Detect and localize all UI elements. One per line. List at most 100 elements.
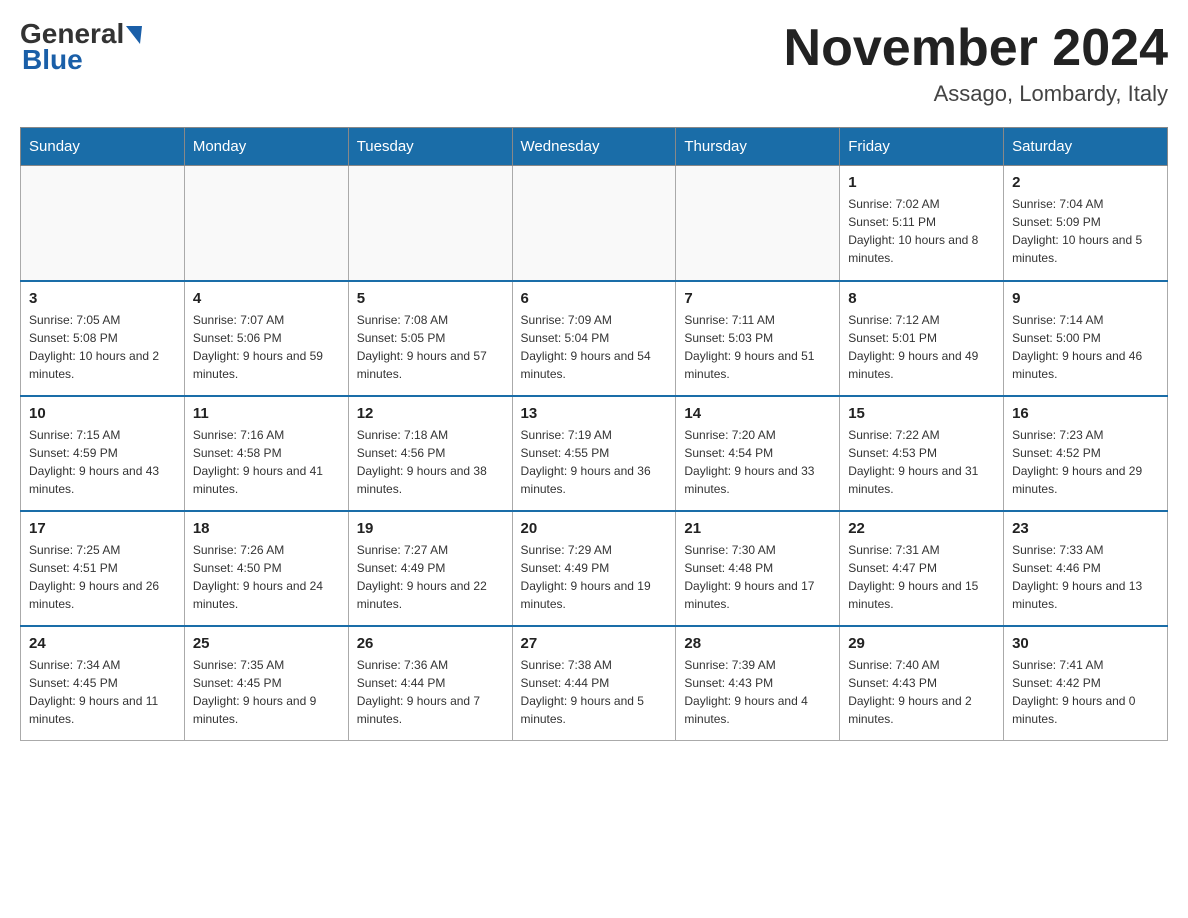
calendar-cell: 1 Sunrise: 7:02 AMSunset: 5:11 PMDaylight… (840, 166, 1004, 281)
day-number: 28 (684, 635, 831, 652)
day-number: 30 (1012, 635, 1159, 652)
calendar-cell: 14 Sunrise: 7:20 AMSunset: 4:54 PMDayligh… (676, 396, 840, 511)
calendar-cell: 18 Sunrise: 7:26 AMSunset: 4:50 PMDayligh… (184, 511, 348, 626)
calendar-cell: 21 Sunrise: 7:30 AMSunset: 4:48 PMDayligh… (676, 511, 840, 626)
calendar-cell: 30 Sunrise: 7:41 AMSunset: 4:42 PMDayligh… (1004, 626, 1168, 741)
day-number: 8 (848, 290, 995, 307)
calendar-week-4: 17 Sunrise: 7:25 AMSunset: 4:51 PMDayligh… (21, 511, 1168, 626)
day-info: Sunrise: 7:34 AMSunset: 4:45 PMDaylight:… (29, 656, 176, 728)
day-number: 15 (848, 405, 995, 422)
day-info: Sunrise: 7:20 AMSunset: 4:54 PMDaylight:… (684, 426, 831, 498)
day-number: 18 (193, 520, 340, 537)
calendar-cell: 26 Sunrise: 7:36 AMSunset: 4:44 PMDayligh… (348, 626, 512, 741)
day-info: Sunrise: 7:18 AMSunset: 4:56 PMDaylight:… (357, 426, 504, 498)
calendar-cell: 6 Sunrise: 7:09 AMSunset: 5:04 PMDaylight… (512, 281, 676, 396)
calendar-week-3: 10Sunrise: 7:15 AMSunset: 4:59 PMDayligh… (21, 396, 1168, 511)
calendar-cell: 10Sunrise: 7:15 AMSunset: 4:59 PMDayligh… (21, 396, 185, 511)
day-info: Sunrise: 7:11 AMSunset: 5:03 PMDaylight:… (684, 311, 831, 383)
calendar-cell: 20 Sunrise: 7:29 AMSunset: 4:49 PMDayligh… (512, 511, 676, 626)
day-number: 4 (193, 290, 340, 307)
day-header-tuesday: Tuesday (348, 128, 512, 166)
day-number: 3 (29, 290, 176, 307)
day-info: Sunrise: 7:15 AMSunset: 4:59 PMDaylight:… (29, 426, 176, 498)
calendar-week-1: 1 Sunrise: 7:02 AMSunset: 5:11 PMDaylight… (21, 166, 1168, 281)
day-number: 26 (357, 635, 504, 652)
day-info: Sunrise: 7:22 AMSunset: 4:53 PMDaylight:… (848, 426, 995, 498)
day-number: 9 (1012, 290, 1159, 307)
calendar-cell: 12 Sunrise: 7:18 AMSunset: 4:56 PMDayligh… (348, 396, 512, 511)
calendar-cell: 23Sunrise: 7:33 AMSunset: 4:46 PMDayligh… (1004, 511, 1168, 626)
day-number: 27 (521, 635, 668, 652)
day-number: 22 (848, 520, 995, 537)
day-header-sunday: Sunday (21, 128, 185, 166)
calendar-cell: 5 Sunrise: 7:08 AMSunset: 5:05 PMDaylight… (348, 281, 512, 396)
day-info: Sunrise: 7:23 AMSunset: 4:52 PMDaylight:… (1012, 426, 1159, 498)
day-info: Sunrise: 7:08 AMSunset: 5:05 PMDaylight:… (357, 311, 504, 383)
day-info: Sunrise: 7:19 AMSunset: 4:55 PMDaylight:… (521, 426, 668, 498)
day-info: Sunrise: 7:26 AMSunset: 4:50 PMDaylight:… (193, 541, 340, 613)
day-number: 14 (684, 405, 831, 422)
day-info: Sunrise: 7:16 AMSunset: 4:58 PMDaylight:… (193, 426, 340, 498)
day-number: 24 (29, 635, 176, 652)
logo: General Blue (20, 20, 142, 76)
day-info: Sunrise: 7:41 AMSunset: 4:42 PMDaylight:… (1012, 656, 1159, 728)
calendar-cell: 28Sunrise: 7:39 AMSunset: 4:43 PMDayligh… (676, 626, 840, 741)
calendar-cell (21, 166, 185, 281)
day-info: Sunrise: 7:36 AMSunset: 4:44 PMDaylight:… (357, 656, 504, 728)
calendar-cell: 16 Sunrise: 7:23 AMSunset: 4:52 PMDayligh… (1004, 396, 1168, 511)
day-info: Sunrise: 7:30 AMSunset: 4:48 PMDaylight:… (684, 541, 831, 613)
calendar-cell: 27 Sunrise: 7:38 AMSunset: 4:44 PMDayligh… (512, 626, 676, 741)
day-number: 21 (684, 520, 831, 537)
calendar-cell: 8Sunrise: 7:12 AMSunset: 5:01 PMDaylight… (840, 281, 1004, 396)
calendar-cell: 3 Sunrise: 7:05 AMSunset: 5:08 PMDaylight… (21, 281, 185, 396)
day-info: Sunrise: 7:35 AMSunset: 4:45 PMDaylight:… (193, 656, 340, 728)
calendar-cell: 29 Sunrise: 7:40 AMSunset: 4:43 PMDayligh… (840, 626, 1004, 741)
calendar-cell: 4 Sunrise: 7:07 AMSunset: 5:06 PMDaylight… (184, 281, 348, 396)
day-header-friday: Friday (840, 128, 1004, 166)
day-number: 11 (193, 405, 340, 422)
day-number: 20 (521, 520, 668, 537)
day-number: 5 (357, 290, 504, 307)
calendar-cell: 25 Sunrise: 7:35 AMSunset: 4:45 PMDayligh… (184, 626, 348, 741)
calendar-cell: 19 Sunrise: 7:27 AMSunset: 4:49 PMDayligh… (348, 511, 512, 626)
calendar-table: SundayMondayTuesdayWednesdayThursdayFrid… (20, 127, 1168, 741)
day-number: 1 (848, 174, 995, 191)
calendar-cell: 13 Sunrise: 7:19 AMSunset: 4:55 PMDayligh… (512, 396, 676, 511)
day-info: Sunrise: 7:05 AMSunset: 5:08 PMDaylight:… (29, 311, 176, 383)
calendar-cell: 22 Sunrise: 7:31 AMSunset: 4:47 PMDayligh… (840, 511, 1004, 626)
logo-blue: Blue (20, 44, 83, 76)
day-number: 13 (521, 405, 668, 422)
day-info: Sunrise: 7:40 AMSunset: 4:43 PMDaylight:… (848, 656, 995, 728)
calendar-cell: 24 Sunrise: 7:34 AMSunset: 4:45 PMDayligh… (21, 626, 185, 741)
day-info: Sunrise: 7:38 AMSunset: 4:44 PMDaylight:… (521, 656, 668, 728)
calendar-cell: 2 Sunrise: 7:04 AMSunset: 5:09 PMDaylight… (1004, 166, 1168, 281)
day-info: Sunrise: 7:09 AMSunset: 5:04 PMDaylight:… (521, 311, 668, 383)
calendar-header-row: SundayMondayTuesdayWednesdayThursdayFrid… (21, 128, 1168, 166)
day-number: 6 (521, 290, 668, 307)
day-info: Sunrise: 7:33 AMSunset: 4:46 PMDaylight:… (1012, 541, 1159, 613)
day-number: 16 (1012, 405, 1159, 422)
title-block: November 2024 Assago, Lombardy, Italy (784, 20, 1168, 107)
day-info: Sunrise: 7:07 AMSunset: 5:06 PMDaylight:… (193, 311, 340, 383)
day-info: Sunrise: 7:27 AMSunset: 4:49 PMDaylight:… (357, 541, 504, 613)
day-info: Sunrise: 7:04 AMSunset: 5:09 PMDaylight:… (1012, 195, 1159, 267)
day-info: Sunrise: 7:31 AMSunset: 4:47 PMDaylight:… (848, 541, 995, 613)
day-info: Sunrise: 7:02 AMSunset: 5:11 PMDaylight:… (848, 195, 995, 267)
calendar-cell: 9 Sunrise: 7:14 AMSunset: 5:00 PMDaylight… (1004, 281, 1168, 396)
location: Assago, Lombardy, Italy (784, 81, 1168, 107)
day-number: 19 (357, 520, 504, 537)
day-info: Sunrise: 7:25 AMSunset: 4:51 PMDaylight:… (29, 541, 176, 613)
day-info: Sunrise: 7:14 AMSunset: 5:00 PMDaylight:… (1012, 311, 1159, 383)
day-header-monday: Monday (184, 128, 348, 166)
day-number: 25 (193, 635, 340, 652)
day-number: 12 (357, 405, 504, 422)
day-number: 29 (848, 635, 995, 652)
day-header-thursday: Thursday (676, 128, 840, 166)
calendar-cell (348, 166, 512, 281)
day-number: 7 (684, 290, 831, 307)
calendar-cell (676, 166, 840, 281)
day-info: Sunrise: 7:29 AMSunset: 4:49 PMDaylight:… (521, 541, 668, 613)
calendar-cell: 11 Sunrise: 7:16 AMSunset: 4:58 PMDayligh… (184, 396, 348, 511)
day-number: 17 (29, 520, 176, 537)
day-number: 2 (1012, 174, 1159, 191)
